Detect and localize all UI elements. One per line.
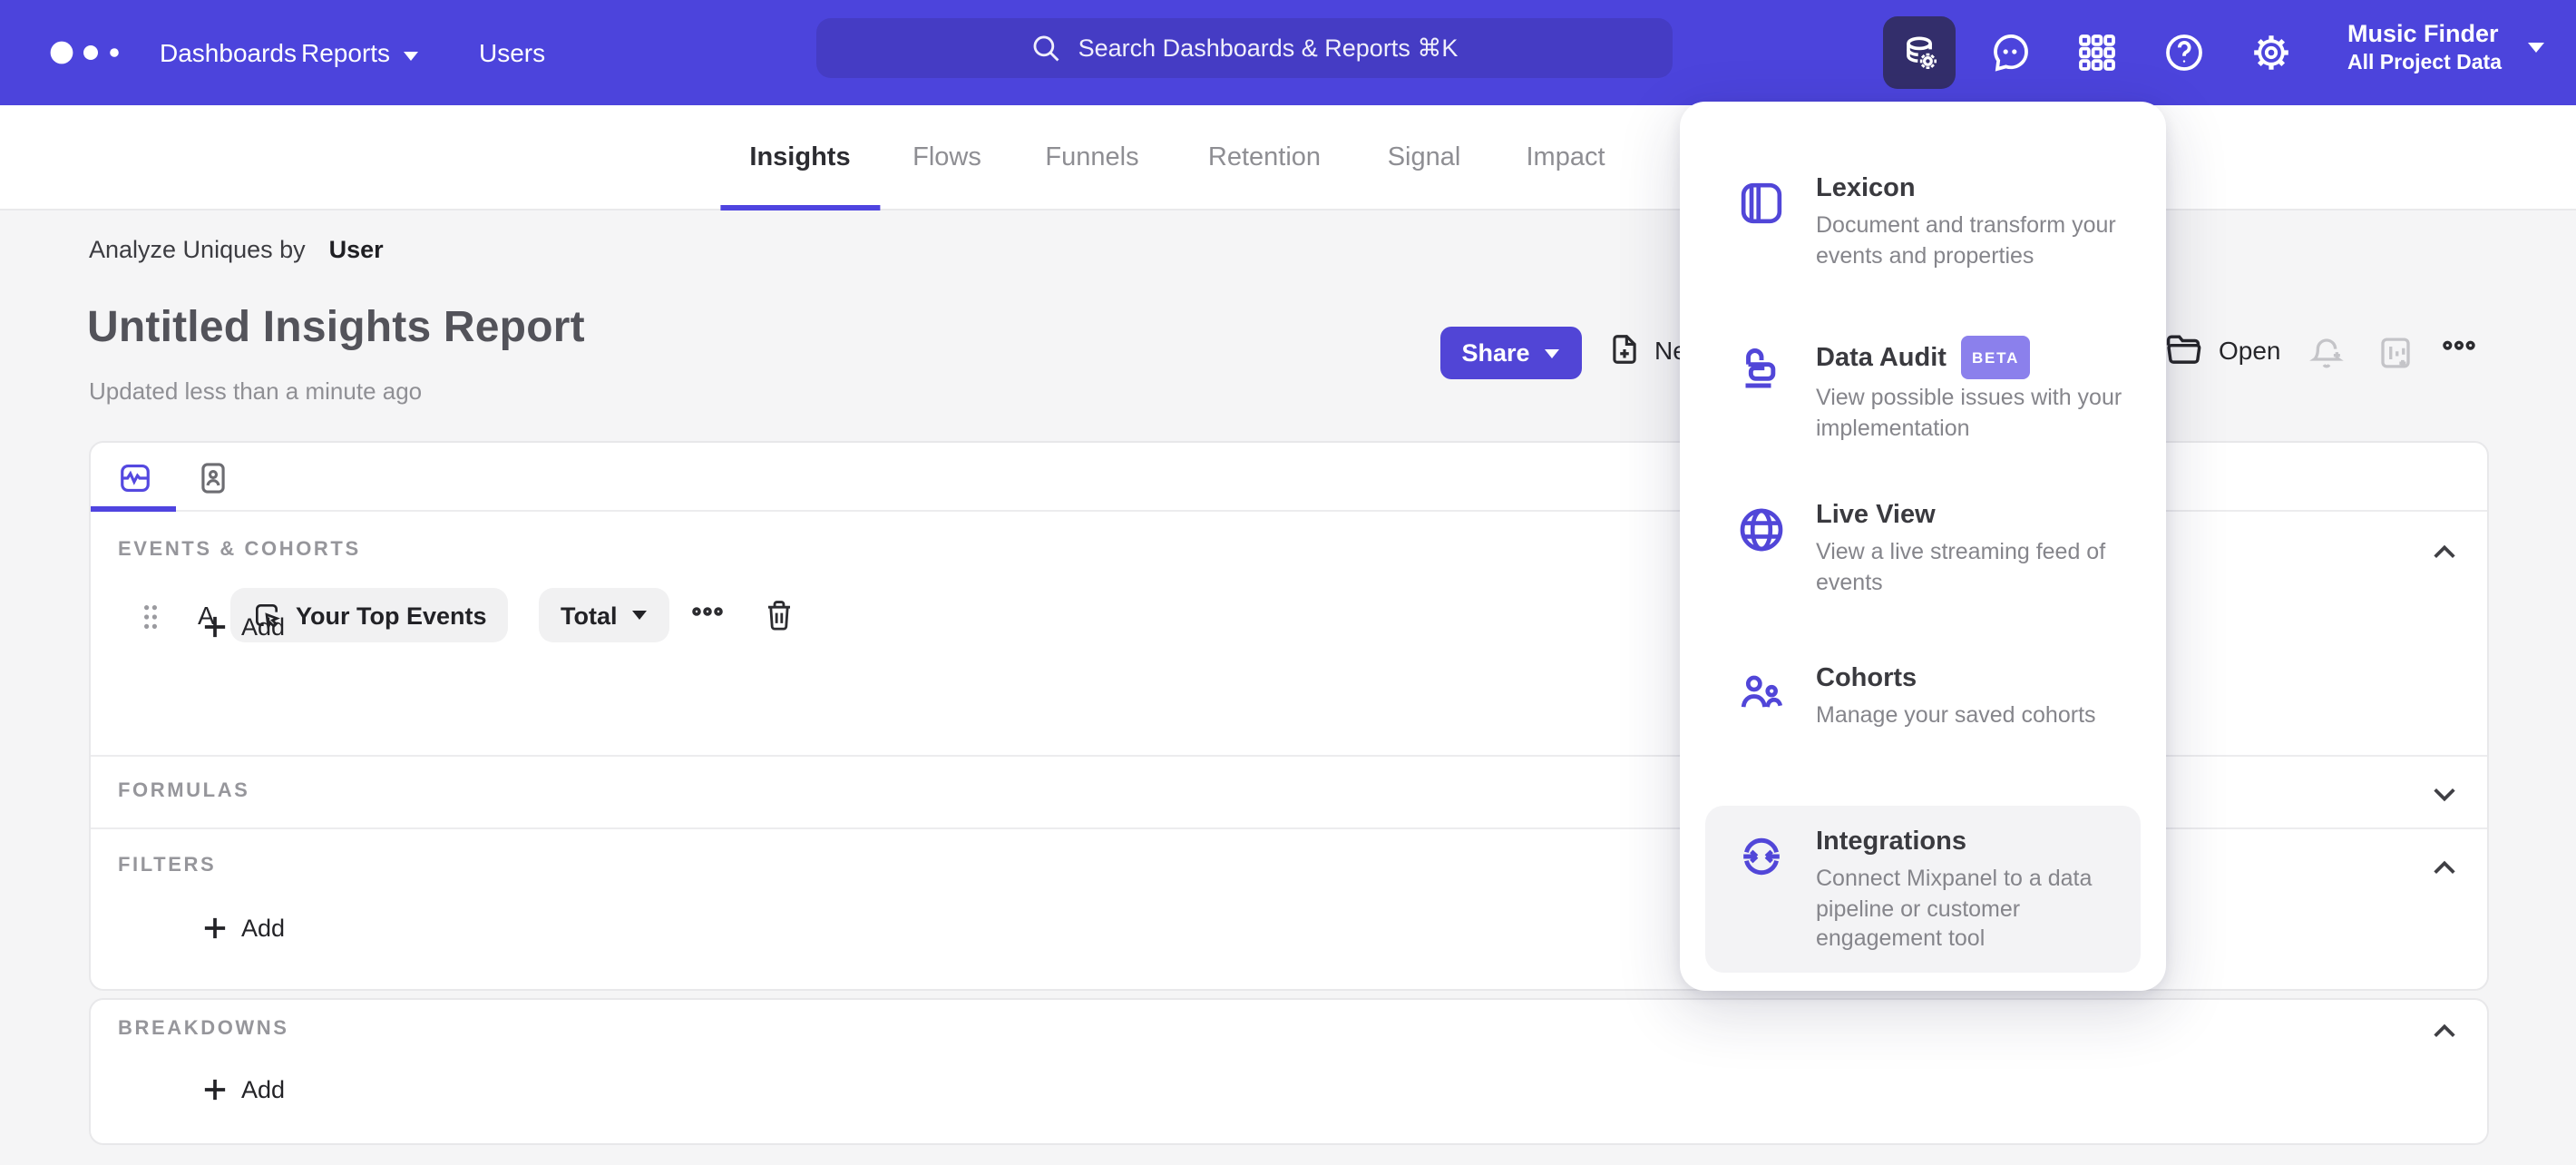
cohorts-people-icon: [1736, 668, 1787, 719]
settings-gear-icon[interactable]: [2249, 31, 2293, 74]
active-tab-underline: [91, 506, 176, 512]
filters-section-label: FILTERS: [118, 855, 217, 876]
menu-item-title: Data Audit BETA: [1816, 336, 2122, 379]
database-gear-icon: [1898, 32, 1940, 73]
search-icon: [1031, 33, 1062, 64]
tab-impact[interactable]: Impact: [1526, 105, 1605, 210]
collapse-filters-icon[interactable]: [2431, 855, 2458, 882]
mixpanel-app: Dashboards Reports Users Search Dashboar…: [0, 0, 2576, 1165]
feedback-chat-icon[interactable]: [1988, 31, 2032, 74]
help-icon[interactable]: [2162, 31, 2206, 74]
add-to-board-icon[interactable]: [2376, 334, 2415, 372]
folder-icon: [2164, 332, 2202, 367]
nav-users[interactable]: Users: [479, 0, 545, 105]
chevron-down-icon: [1545, 348, 1561, 358]
updated-timestamp: Updated less than a minute ago: [89, 377, 423, 405]
formulas-section-label: FORMULAS: [118, 780, 250, 802]
menu-item-cohorts[interactable]: Cohorts Manage your saved cohorts: [1705, 642, 2141, 806]
chevron-down-icon: [403, 51, 419, 62]
report-tabs-bar: Insights Flows Funnels Retention Signal …: [0, 105, 2576, 210]
open-report-button[interactable]: Open: [2164, 332, 2281, 367]
add-event-button[interactable]: Add: [203, 613, 285, 641]
top-navbar: Dashboards Reports Users Search Dashboar…: [0, 0, 2576, 105]
tab-retention[interactable]: Retention: [1208, 105, 1321, 210]
nav-reports[interactable]: Reports: [301, 0, 419, 105]
search-placeholder: Search Dashboards & Reports ⌘K: [1078, 34, 1459, 61]
events-tab-icon[interactable]: [118, 461, 152, 495]
delete-row-icon[interactable]: [764, 599, 795, 631]
menu-item-lexicon[interactable]: Lexicon Document and transform your even…: [1705, 152, 2141, 316]
caret-down-icon: [632, 610, 649, 621]
analyze-prefix: Analyze Uniques by: [89, 236, 306, 263]
data-management-menu: Lexicon Document and transform your even…: [1680, 102, 2166, 991]
menu-item-data-audit[interactable]: Data Audit BETA View possible issues with…: [1705, 316, 2141, 479]
add-filter-button[interactable]: Add: [203, 915, 285, 942]
tab-insights[interactable]: Insights: [749, 105, 850, 210]
share-button[interactable]: Share: [1440, 327, 1582, 379]
menu-item-description: Document and transform your events and p…: [1816, 212, 2116, 268]
expand-formulas-icon[interactable]: [2431, 780, 2458, 808]
menu-item-description: Manage your saved cohorts: [1816, 702, 2096, 728]
menu-item-title: Integrations: [1816, 827, 1966, 857]
integrations-sync-icon: [1736, 831, 1787, 882]
mixpanel-logo-icon[interactable]: [47, 34, 134, 71]
apps-grid-icon[interactable]: [2075, 31, 2119, 74]
drag-handle-icon[interactable]: [143, 604, 158, 629]
menu-item-title: Live View: [1816, 501, 1936, 530]
menu-item-description: View possible issues with your implement…: [1816, 385, 2122, 440]
add-breakdown-button[interactable]: Add: [203, 1076, 285, 1103]
project-name: Music Finder: [2347, 20, 2499, 47]
file-plus-icon: [1607, 332, 1642, 367]
overflow-menu-icon[interactable]: [2442, 334, 2476, 372]
chevron-down-icon: [2527, 42, 2545, 54]
menu-item-description: View a live streaming feed of events: [1816, 539, 2106, 594]
menu-item-live-view[interactable]: Live View View a live streaming feed of …: [1705, 479, 2141, 642]
aggregation-selector-chip[interactable]: Total: [539, 588, 670, 642]
nav-dashboards[interactable]: Dashboards: [160, 0, 297, 105]
events-section-label: EVENTS & COHORTS: [118, 539, 361, 561]
global-search-input[interactable]: Search Dashboards & Reports ⌘K: [816, 18, 1673, 78]
menu-item-title: Cohorts: [1816, 664, 1917, 693]
breakdowns-section-label: BREAKDOWNS: [118, 1018, 289, 1040]
analyze-by-row: Analyze Uniques by User: [89, 236, 384, 263]
menu-item-description: Connect Mixpanel to a data pipeline or c…: [1816, 866, 2093, 951]
tab-signal[interactable]: Signal: [1388, 105, 1461, 210]
tab-funnels[interactable]: Funnels: [1045, 105, 1138, 210]
collapse-breakdowns-icon[interactable]: [2431, 1018, 2458, 1045]
collapse-events-icon[interactable]: [2431, 539, 2458, 566]
data-audit-lock-icon: [1736, 341, 1787, 392]
bell-plus-icon[interactable]: [2308, 334, 2346, 372]
globe-icon: [1736, 504, 1787, 555]
data-management-button[interactable]: [1883, 16, 1956, 89]
tab-flows[interactable]: Flows: [912, 105, 981, 210]
breakdowns-card: BREAKDOWNS Add: [89, 998, 2489, 1145]
report-actions: Share New Open: [0, 327, 2576, 381]
row-options-icon[interactable]: [691, 601, 724, 630]
project-selector[interactable]: Music Finder All Project Data: [2347, 18, 2544, 76]
beta-badge: BETA: [1960, 336, 2031, 379]
analyze-by-value[interactable]: User: [329, 236, 384, 263]
lexicon-book-icon: [1736, 178, 1787, 229]
profiles-tab-icon[interactable]: [196, 461, 230, 495]
menu-item-title: Lexicon: [1816, 174, 1916, 203]
project-scope: All Project Data: [2347, 53, 2502, 74]
insights-page: Analyze Uniques by User Untitled Insights…: [0, 210, 2576, 1165]
menu-item-integrations[interactable]: Integrations Connect Mixpanel to a data …: [1705, 806, 2141, 973]
